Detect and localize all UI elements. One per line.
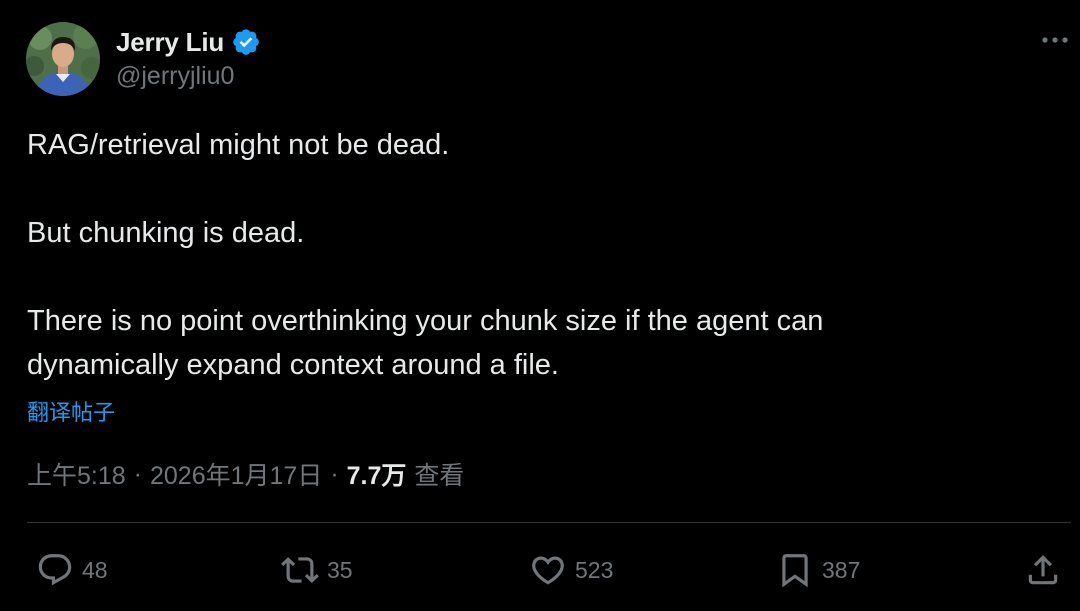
bookmark-button[interactable]: 387 [776,548,860,592]
bookmark-count: 387 [822,556,861,583]
tweet-line: There is no point overthinking your chun… [27,305,824,337]
share-button[interactable] [1024,548,1062,592]
heart-icon [532,556,564,585]
retweet-button[interactable]: 35 [281,548,353,592]
reply-icon [38,554,72,586]
views-count[interactable]: 7.7万 [347,456,407,492]
tweet-line: But chunking is dead. [27,217,305,249]
tweet-meta: 上午5:18 · 2026年1月17日 · 7.7万 查看 [27,456,464,492]
display-name[interactable]: Jerry Liu [116,27,224,58]
author-handle[interactable]: @jerryjliu0 [116,62,234,91]
retweet-icon [281,557,319,583]
meta-separator: · [330,459,339,488]
tweet-text: RAG/retrieval might not be dead. But chu… [27,123,1047,387]
post-date[interactable]: 2026年1月17日 [150,456,322,492]
views-label[interactable]: 查看 [414,456,464,492]
retweet-count: 35 [327,556,353,583]
reply-count: 48 [82,556,108,583]
avatar-photo [26,22,100,96]
tweet-line: RAG/retrieval might not be dead. [27,129,450,161]
translate-post-link[interactable]: 翻译帖子 [27,395,115,427]
bookmark-icon [782,554,808,588]
share-icon [1028,555,1058,585]
divider [27,522,1071,523]
avatar[interactable] [26,22,100,96]
verified-badge-icon [231,27,261,57]
like-count: 523 [575,556,614,583]
post-time[interactable]: 上午5:18 [27,456,126,492]
meta-separator: · [133,459,142,488]
tweet-line: dynamically expand context around a file… [27,349,559,381]
like-button[interactable]: 523 [529,548,613,592]
author-name-row[interactable]: Jerry Liu [116,24,261,60]
reply-button[interactable]: 48 [36,548,108,592]
more-horizontal-icon[interactable] [1040,30,1070,50]
